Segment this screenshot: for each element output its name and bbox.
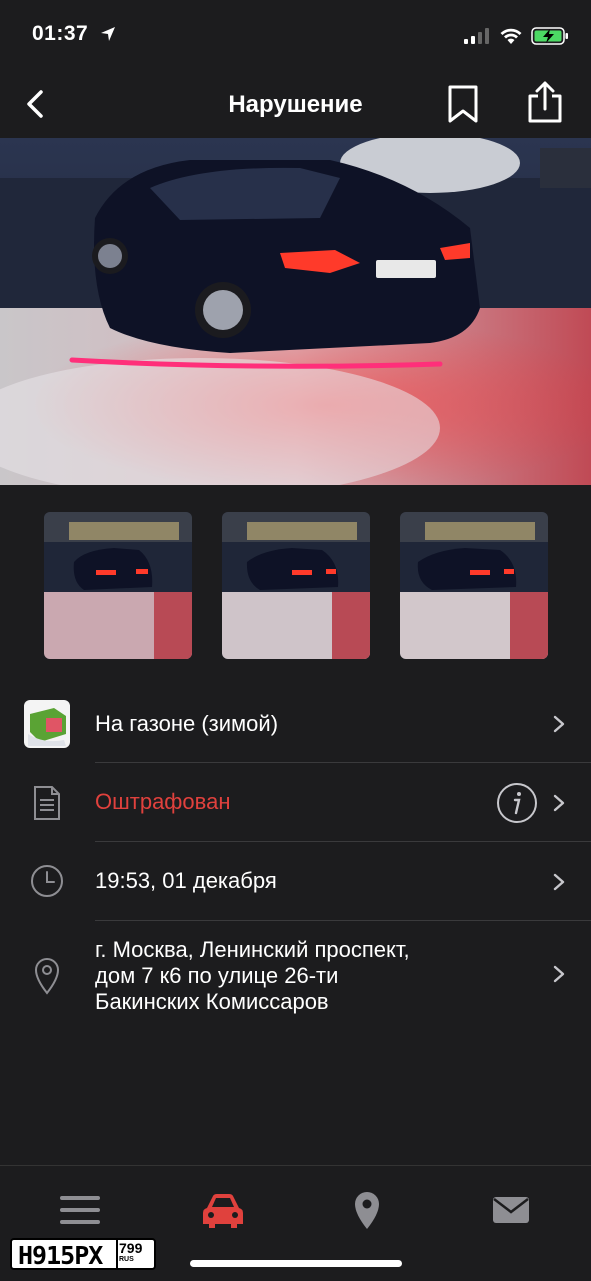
map-pin-icon bbox=[34, 958, 60, 995]
plate-region-box: 799 RUS bbox=[116, 1240, 152, 1268]
mail-icon[interactable] bbox=[487, 1190, 535, 1230]
chevron-right-icon bbox=[553, 794, 565, 812]
violation-photo[interactable] bbox=[0, 138, 591, 485]
violation-type-text: На газоне (зимой) bbox=[95, 711, 279, 736]
map-pin-icon[interactable] bbox=[343, 1190, 391, 1230]
cellular-signal-icon bbox=[464, 28, 489, 44]
address-line: Бакинских Комиссаров bbox=[95, 989, 329, 1014]
location-arrow-icon bbox=[101, 27, 115, 41]
lawn-category-icon bbox=[24, 700, 70, 748]
document-icon bbox=[34, 786, 60, 820]
page-title: Нарушение bbox=[228, 91, 363, 118]
wifi-icon bbox=[500, 28, 522, 44]
plate-country: RUS bbox=[119, 1256, 134, 1263]
violation-status-text: Оштрафован bbox=[95, 789, 231, 814]
violation-datetime-row[interactable]: 19:53, 01 декабря bbox=[0, 842, 591, 921]
battery-charging-icon bbox=[531, 27, 568, 45]
violation-address-text: г. Москва, Ленинский проспект, дом 7 к6 … bbox=[95, 937, 410, 1015]
address-line: г. Москва, Ленинский проспект, bbox=[95, 937, 410, 962]
chevron-right-icon bbox=[553, 965, 565, 983]
violation-address-row[interactable]: г. Москва, Ленинский проспект, дом 7 к6 … bbox=[0, 921, 591, 1031]
car-icon[interactable] bbox=[199, 1190, 247, 1230]
home-indicator[interactable] bbox=[190, 1260, 402, 1267]
license-plate: H915PX 799 RUS bbox=[10, 1238, 156, 1270]
violation-status-row[interactable]: Оштрафован bbox=[0, 763, 591, 842]
chevron-right-icon bbox=[553, 715, 565, 733]
bookmark-button[interactable] bbox=[446, 84, 480, 124]
photo-thumbnail[interactable] bbox=[222, 512, 370, 659]
plate-region: 799 bbox=[119, 1240, 143, 1256]
chevron-right-icon bbox=[553, 873, 565, 891]
photo-thumbnail[interactable] bbox=[44, 512, 192, 659]
clock-icon bbox=[31, 865, 63, 897]
plate-number: H915PX bbox=[18, 1241, 103, 1270]
address-line: дом 7 к6 по улице 26-ти bbox=[95, 963, 339, 988]
info-icon[interactable] bbox=[496, 782, 538, 824]
violation-type-row[interactable]: На газоне (зимой) bbox=[0, 685, 591, 763]
violation-datetime-text: 19:53, 01 декабря bbox=[95, 868, 277, 893]
status-time: 01:37 bbox=[32, 22, 89, 45]
share-button[interactable] bbox=[526, 80, 564, 124]
menu-icon[interactable] bbox=[56, 1190, 104, 1230]
photo-thumbnail[interactable] bbox=[400, 512, 548, 659]
